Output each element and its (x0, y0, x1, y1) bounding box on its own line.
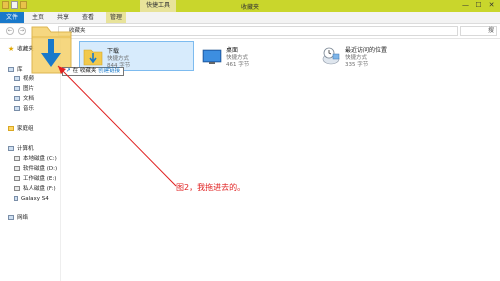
tab-file[interactable]: 文件 (0, 12, 24, 23)
homegroup-icon (8, 126, 14, 131)
download-folder-icon (83, 49, 103, 66)
sidebar-item-drive-c[interactable]: 本地磁盘 (C:) (14, 155, 57, 163)
list-item-desktop[interactable]: 桌面 快捷方式 461 字节 (199, 41, 314, 71)
tooltip-action: 创建链接 (98, 68, 121, 74)
computer-icon (8, 146, 14, 151)
search-input[interactable]: 搜 (460, 26, 497, 36)
item-size: 335 字节 (345, 62, 369, 68)
sidebar-item-label: 本地磁盘 (C:) (23, 156, 57, 162)
library-icon (8, 67, 14, 72)
close-button[interactable]: ✕ (485, 0, 498, 12)
sidebar-item-label: 文档 (23, 96, 35, 102)
sidebar-item-label: 工作磁盘 (E:) (23, 176, 57, 182)
star-icon: ★ (8, 45, 15, 53)
search-label: 搜 (487, 27, 494, 34)
sidebar-item-drive-f[interactable]: 私人磁盘 (F:) (14, 185, 56, 193)
address-field[interactable]: 收藏夹 (58, 26, 458, 36)
tab-manage[interactable]: 管理 (106, 12, 127, 23)
address-bar: ← → 收藏夹 搜 (0, 24, 500, 39)
sidebar-item-drive-d[interactable]: 软件磁盘 (D:) (14, 165, 57, 173)
back-button[interactable]: ← (6, 27, 14, 35)
sidebar-item-label: 私人磁盘 (F:) (23, 186, 56, 192)
sidebar-item-label: 家庭组 (17, 126, 34, 132)
network-icon (8, 215, 14, 220)
sidebar-item-homegroup[interactable]: 家庭组 (8, 125, 34, 133)
sidebar-item-label: 软件磁盘 (D:) (23, 166, 58, 172)
drive-icon (14, 186, 20, 191)
tab-view[interactable]: 查看 (82, 12, 94, 23)
sidebar-item-label: 计算机 (17, 146, 34, 152)
item-size: 461 字节 (226, 62, 250, 68)
video-icon (14, 76, 20, 81)
window-controls: — ☐ ✕ (459, 0, 498, 12)
recent-places-icon (322, 47, 340, 65)
picture-icon (14, 86, 20, 91)
sidebar-item-library[interactable]: 库 (8, 66, 23, 74)
sidebar-item-label: Galaxy S4 (21, 196, 49, 202)
minimize-button[interactable]: — (459, 0, 472, 12)
maximize-button[interactable]: ☐ (472, 0, 485, 12)
forward-button[interactable]: → (18, 27, 26, 35)
drag-tooltip: ↗ 在 收藏夹 创建链接 (62, 67, 125, 76)
sidebar-item-label: 图片 (23, 86, 35, 92)
sidebar-item-galaxy[interactable]: Galaxy S4 (14, 195, 49, 203)
drive-icon (14, 156, 20, 161)
sidebar-item-drive-e[interactable]: 工作磁盘 (E:) (14, 175, 56, 183)
tooltip-prefix: 在 收藏夹 (72, 68, 97, 74)
music-icon (14, 106, 20, 111)
window-title: 收藏夹 (240, 4, 259, 11)
desktop-icon (202, 49, 222, 64)
drive-icon (14, 166, 20, 171)
sidebar-item-label: 网络 (17, 215, 29, 221)
sidebar-item-pictures[interactable]: 图片 (14, 85, 34, 93)
link-arrow-icon: ↗ (66, 68, 71, 74)
sidebar-item-label: 音乐 (23, 106, 35, 112)
document-icon (14, 96, 20, 101)
file-list: 下载 快捷方式 844 字节 桌面 快捷方式 461 字节 最近访问的位置 快捷… (61, 39, 500, 281)
ribbon-tabs: 文件 主页 共享 查看 管理 (0, 12, 500, 24)
title-bar: 快捷工具 收藏夹 — ☐ ✕ (0, 0, 500, 12)
drive-icon (14, 176, 20, 181)
sidebar-item-music[interactable]: 音乐 (14, 105, 34, 113)
sidebar-item-network[interactable]: 网络 (8, 214, 28, 222)
annotation-text: 图2，我拖进去的。 (176, 183, 246, 192)
phone-icon (14, 196, 18, 201)
sidebar-item-label: 库 (17, 67, 23, 73)
sidebar-item-computer[interactable]: 计算机 (8, 145, 34, 153)
sidebar-item-documents[interactable]: 文档 (14, 95, 34, 103)
list-item-recent-places[interactable]: 最近访问的位置 快捷方式 335 字节 (318, 41, 433, 71)
